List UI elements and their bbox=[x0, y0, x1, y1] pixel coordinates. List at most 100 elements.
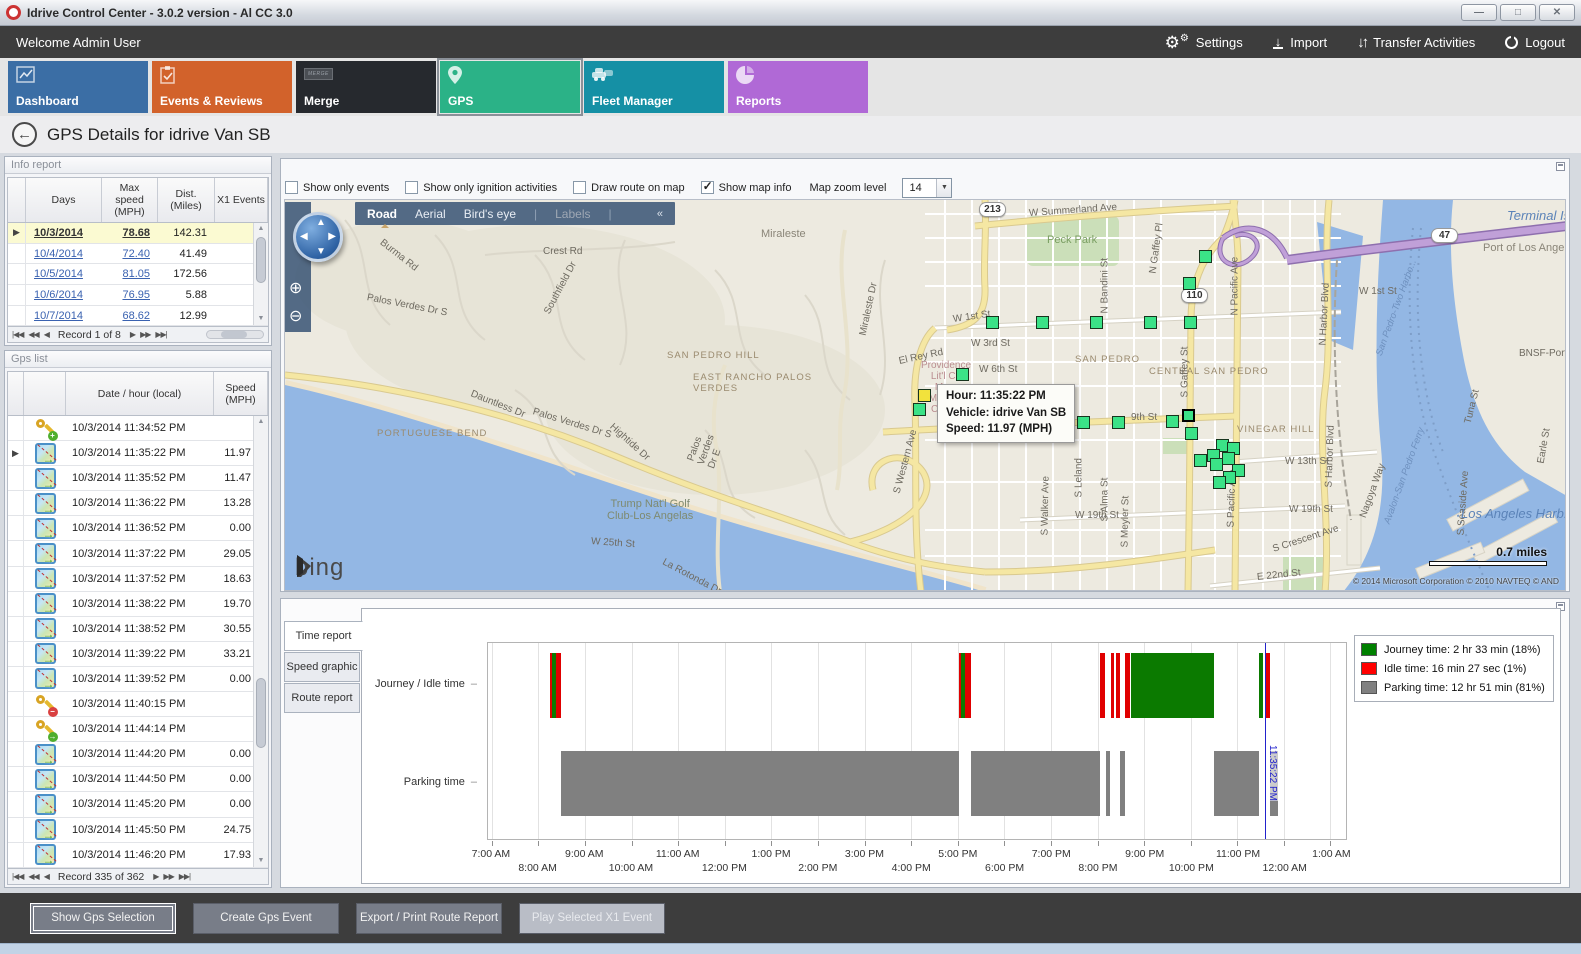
map-pan-control[interactable]: ▲ ▼ ◀ ▶ bbox=[293, 212, 343, 262]
gps-row[interactable]: 10/3/2014 11:36:52 PM0.00 bbox=[8, 516, 268, 541]
gps-marker[interactable] bbox=[1184, 316, 1197, 329]
pager-next-button[interactable]: ▶ bbox=[153, 872, 158, 881]
gps-marker[interactable] bbox=[1185, 427, 1198, 440]
gps-row[interactable]: 10/3/2014 11:37:52 PM18.63 bbox=[8, 567, 268, 592]
table-row[interactable]: 10/7/201468.6212.99 bbox=[8, 306, 268, 327]
max-speed-link[interactable]: 72.40 bbox=[122, 248, 150, 260]
tab-merge[interactable]: MERGEMerge bbox=[296, 61, 436, 113]
gps-marker-highlighted[interactable] bbox=[918, 389, 931, 402]
gps-row[interactable]: 10/3/2014 11:46:20 PM17.93 bbox=[8, 843, 268, 868]
scroll-up-icon[interactable]: ▲ bbox=[254, 416, 268, 428]
export-print-route-report-button[interactable]: Export / Print Route Report bbox=[356, 903, 502, 934]
collapse-panel-icon[interactable] bbox=[1556, 162, 1565, 171]
tab-fleet-manager[interactable]: Fleet Manager bbox=[584, 61, 724, 113]
map-mode-bird-s-eye[interactable]: Bird's eye bbox=[464, 207, 516, 221]
pan-down-icon[interactable]: ▼ bbox=[316, 246, 326, 257]
map-mode-aerial[interactable]: Aerial bbox=[415, 207, 446, 221]
create-gps-event-button[interactable]: Create Gps Event bbox=[193, 903, 339, 934]
gps-row[interactable]: +10/3/2014 11:34:52 PM bbox=[8, 416, 268, 441]
pager-first-button[interactable]: |◀◀ bbox=[12, 330, 23, 339]
column-header[interactable]: Date / hour (local) bbox=[66, 372, 214, 415]
gps-marker[interactable] bbox=[986, 316, 999, 329]
gps-row[interactable]: 10/3/2014 11:45:20 PM0.00 bbox=[8, 792, 268, 817]
map-zoom-in-button[interactable]: ⊕ bbox=[289, 278, 302, 298]
tab-reports[interactable]: Reports bbox=[728, 61, 868, 113]
scroll-down-icon[interactable]: ▼ bbox=[254, 313, 268, 325]
scroll-down-icon[interactable]: ▼ bbox=[254, 855, 268, 867]
gps-row[interactable]: 10/3/2014 11:39:52 PM0.00 bbox=[8, 667, 268, 692]
transfer-activities-button[interactable]: ↓↑ Transfer Activities bbox=[1357, 34, 1475, 51]
gps-marker[interactable] bbox=[1213, 476, 1226, 489]
tab-dashboard[interactable]: Dashboard bbox=[8, 61, 148, 113]
import-button[interactable]: ↓ Import bbox=[1273, 35, 1327, 50]
gps-row[interactable]: 10/3/2014 11:44:50 PM0.00 bbox=[8, 767, 268, 792]
scroll-up-icon[interactable]: ▲ bbox=[254, 223, 268, 235]
pan-up-icon[interactable]: ▲ bbox=[316, 217, 326, 228]
day-link[interactable]: 10/4/2014 bbox=[34, 248, 83, 260]
close-button[interactable]: ✕ bbox=[1539, 4, 1575, 21]
gps-row[interactable]: 10/3/2014 11:44:20 PM0.00 bbox=[8, 742, 268, 767]
pager-prev-button[interactable]: ◀ bbox=[44, 330, 49, 339]
pager-last-button[interactable]: ▶▶| bbox=[155, 330, 166, 339]
table-row[interactable]: 10/5/201481.05172.56 bbox=[8, 264, 268, 285]
checkbox-icon[interactable] bbox=[701, 181, 714, 194]
pan-left-icon[interactable]: ◀ bbox=[300, 231, 308, 242]
max-speed-link[interactable]: 68.62 bbox=[122, 310, 150, 322]
column-header[interactable]: Max speed (MPH) bbox=[102, 178, 158, 222]
gps-row[interactable]: 10/3/2014 11:45:50 PM24.75 bbox=[8, 818, 268, 843]
gps-marker[interactable] bbox=[1077, 416, 1090, 429]
day-link[interactable]: 10/7/2014 bbox=[34, 310, 83, 322]
bing-map[interactable]: ⊕ ⊖ ▲ ▼ ◀ ▶ RoadAerialBird's eye|Labels|… bbox=[284, 199, 1566, 591]
day-link[interactable]: 10/6/2014 bbox=[34, 289, 83, 301]
pager-next-page-button[interactable]: ▶▶ bbox=[163, 872, 173, 881]
tab-events-reviews[interactable]: Events & Reviews bbox=[152, 61, 292, 113]
gps-row[interactable]: 10/3/2014 11:36:22 PM13.28 bbox=[8, 491, 268, 516]
checkbox-icon[interactable] bbox=[285, 181, 298, 194]
tab-gps[interactable]: GPS bbox=[440, 61, 580, 113]
max-speed-link[interactable]: 76.95 bbox=[122, 289, 150, 301]
map-mode-road[interactable]: Road bbox=[367, 207, 397, 221]
chart-tab-time-report[interactable]: Time report bbox=[284, 621, 363, 651]
pager-first-button[interactable]: |◀◀ bbox=[12, 872, 23, 881]
max-speed-link[interactable]: 78.68 bbox=[122, 227, 150, 239]
gps-row[interactable]: 10/3/2014 11:38:22 PM19.70 bbox=[8, 592, 268, 617]
checkbox-show-only-events[interactable]: Show only events bbox=[285, 181, 389, 194]
pager-hscrollbar[interactable] bbox=[206, 330, 264, 339]
gps-row[interactable]: 10/3/2014 11:38:52 PM30.55 bbox=[8, 617, 268, 642]
table-row[interactable]: 10/4/201472.4041.49 bbox=[8, 244, 268, 265]
chart-tab-route-report[interactable]: Route report bbox=[284, 683, 360, 713]
column-header[interactable]: Days bbox=[26, 178, 102, 222]
column-header[interactable]: X1 Events bbox=[215, 178, 268, 222]
gps-row[interactable]: 10/3/2014 11:39:22 PM33.21 bbox=[8, 642, 268, 667]
gps-marker[interactable] bbox=[1183, 277, 1196, 290]
gps-marker[interactable] bbox=[1182, 409, 1195, 422]
table-row[interactable]: ▶10/3/201478.68142.31 bbox=[8, 223, 268, 244]
gps-marker[interactable] bbox=[1144, 316, 1157, 329]
gps-list-scrollbar[interactable]: ▲ ▼ bbox=[253, 416, 268, 867]
pager-prev-button[interactable]: ◀ bbox=[44, 872, 49, 881]
gps-marker[interactable] bbox=[1210, 458, 1223, 471]
map-mode-labels[interactable]: Labels bbox=[555, 207, 590, 221]
pager-last-button[interactable]: ▶▶| bbox=[179, 872, 190, 881]
pager-prev-page-button[interactable]: ◀◀ bbox=[28, 872, 38, 881]
gps-row[interactable]: ▶10/3/2014 11:35:22 PM11.97 bbox=[8, 441, 268, 466]
gps-row[interactable]: →10/3/2014 11:44:14 PM bbox=[8, 717, 268, 742]
day-link[interactable]: 10/3/2014 bbox=[34, 227, 83, 239]
checkbox-show-map-info[interactable]: Show map info bbox=[701, 181, 792, 194]
gps-marker[interactable] bbox=[1036, 316, 1049, 329]
gps-marker[interactable] bbox=[956, 368, 969, 381]
chart-tab-speed-graphic[interactable]: Speed graphic bbox=[284, 652, 360, 682]
info-report-scrollbar[interactable]: ▲ ▼ bbox=[253, 223, 268, 325]
gps-marker[interactable] bbox=[1112, 416, 1125, 429]
max-speed-link[interactable]: 81.05 bbox=[122, 268, 150, 280]
map-toolbar-collapse-button[interactable]: « bbox=[657, 208, 663, 220]
show-gps-selection-button[interactable]: Show Gps Selection bbox=[30, 903, 176, 934]
checkbox-show-only-ignition-activities[interactable]: Show only ignition activities bbox=[405, 181, 557, 194]
checkbox-draw-route-on-map[interactable]: Draw route on map bbox=[573, 181, 685, 194]
day-link[interactable]: 10/5/2014 bbox=[34, 268, 83, 280]
maximize-button[interactable]: □ bbox=[1500, 4, 1536, 21]
back-button[interactable]: ← bbox=[12, 122, 37, 147]
table-row[interactable]: 10/6/201476.955.88 bbox=[8, 285, 268, 306]
gps-row[interactable]: 10/3/2014 11:35:52 PM11.47 bbox=[8, 466, 268, 491]
map-zoom-out-button[interactable]: ⊖ bbox=[289, 306, 302, 326]
